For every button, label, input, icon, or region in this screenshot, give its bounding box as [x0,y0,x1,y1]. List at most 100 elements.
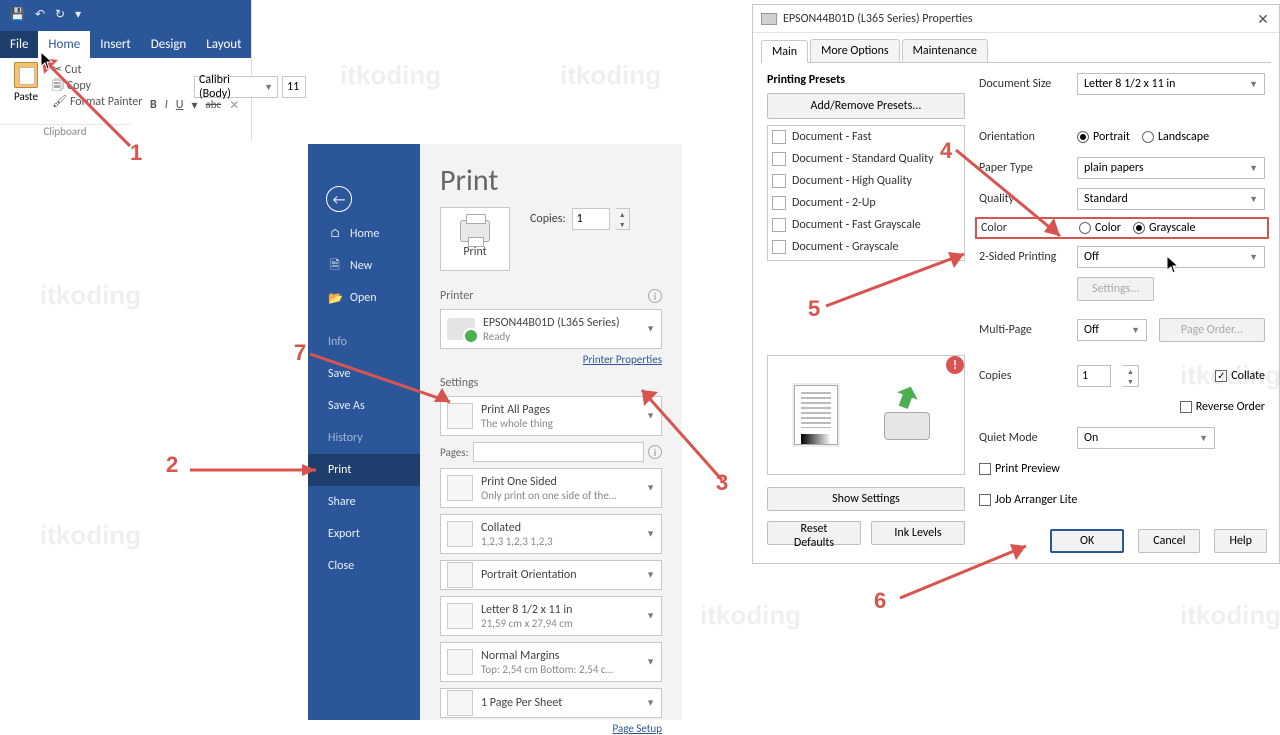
italic-button[interactable]: I [165,98,168,113]
preview-paper-icon [794,385,838,445]
setting-print-all-pages[interactable]: Print All PagesThe whole thing▼ [440,396,662,436]
settings-header: Settings [440,376,478,390]
radio-grayscale[interactable]: Grayscale [1133,221,1196,235]
word-ribbon: 💾 ↶ ↻ ▾ File Home Insert Design Layout P… [0,0,252,140]
sidebar-item-info[interactable]: Info [308,326,420,358]
sidebar-item-history[interactable]: History [308,422,420,454]
dlg-tab-maintenance[interactable]: Maintenance [902,39,988,62]
preset-list[interactable]: Document - Fast Document - Standard Qual… [767,125,965,261]
cancel-button[interactable]: Cancel [1138,529,1200,553]
two-sided-combo[interactable]: Off▼ [1077,246,1265,268]
sidebar-item-open[interactable]: 📂Open [308,282,420,314]
save-icon[interactable]: 💾 [10,7,25,22]
dialog-title-text: EPSON44B01D (L365 Series) Properties [783,12,973,26]
label-paper-type: Paper Type [979,161,1077,175]
dlg-tab-main[interactable]: Main [761,40,808,63]
copies-spinner[interactable]: ▲▼ [616,208,630,230]
sidebar-item-save[interactable]: Save [308,358,420,390]
checkbox-job-arranger[interactable]: Job Arranger Lite [979,493,1077,507]
tab-insert[interactable]: Insert [90,31,141,58]
watermark: itkoding [1180,600,1280,631]
tab-home[interactable]: Home [38,31,90,58]
strike-button[interactable]: abc [206,98,222,113]
undo-icon[interactable]: ↶ [35,7,45,22]
reset-defaults-button[interactable]: Reset Defaults [767,521,861,545]
tab-design[interactable]: Design [141,31,196,58]
setting-margins[interactable]: Normal MarginsTop: 2,54 cm Bottom: 2,54 … [440,642,662,682]
redo-icon[interactable]: ↻ [55,7,65,22]
two-sided-settings-button[interactable]: Settings... [1077,277,1154,301]
add-remove-presets-button[interactable]: Add/Remove Presets... [767,93,965,119]
setting-pages-per-sheet[interactable]: 1 Page Per Sheet▼ [440,688,662,718]
underline-button[interactable]: U [176,98,184,113]
preset-item[interactable]: Document - Fast [768,126,964,148]
clipboard-icon [14,62,38,88]
presets-title: Printing Presets [767,73,965,87]
sidebar-item-new[interactable]: 🗎New [308,250,420,282]
show-settings-button[interactable]: Show Settings [767,487,965,511]
help-button[interactable]: Help [1214,529,1267,553]
preset-item[interactable]: Document - Grayscale [768,236,964,258]
dlg-tab-more-options[interactable]: More Options [810,39,900,62]
radio-landscape[interactable]: Landscape [1142,130,1209,144]
sidebar-item-export[interactable]: Export [308,518,420,550]
printer-properties-link[interactable]: Printer Properties [440,353,662,366]
tab-file[interactable]: File [0,31,38,58]
ok-button[interactable]: OK [1050,529,1124,553]
info-icon[interactable]: i [648,445,662,459]
paper-type-combo[interactable]: plain papers▼ [1077,157,1265,179]
info-icon[interactable]: i [648,289,662,303]
tab-layout[interactable]: Layout [196,31,251,58]
paste-button[interactable]: Paste [6,62,46,103]
format-painter-button[interactable]: 🖌 Format Painter [52,94,142,110]
sidebar-item-close[interactable]: Close [308,550,420,582]
sidebar-item-home[interactable]: ⌂Home [308,218,420,250]
page-setup-link[interactable]: Page Setup [440,722,662,735]
radio-color[interactable]: Color [1079,221,1121,235]
preset-item[interactable]: Document - Standard Quality [768,148,964,170]
print-button[interactable]: Print [440,207,510,271]
checkbox-print-preview[interactable]: Print Preview [979,462,1060,476]
pages-input[interactable] [473,442,644,462]
preset-item[interactable]: Document - High Quality [768,170,964,192]
font-size-dropdown[interactable]: 11 [282,76,306,98]
preset-item[interactable]: Document - 2-Up [768,192,964,214]
label-two-sided: 2-Sided Printing [979,250,1077,264]
qat-more-icon[interactable]: ▾ [75,7,81,22]
checkbox-collate[interactable]: Collate [1215,369,1265,383]
sidebar-item-print[interactable]: Print [308,454,420,486]
setting-one-sided[interactable]: Print One SidedOnly print on one side of… [440,468,662,508]
copies-input[interactable] [1077,365,1111,387]
warning-icon: ! [946,356,964,374]
sidebar-item-share[interactable]: Share [308,486,420,518]
copy-button[interactable]: 🗐 Copy [52,78,142,94]
radio-portrait[interactable]: Portrait [1077,130,1130,144]
close-button[interactable]: ✕ [1253,9,1273,29]
ink-levels-button[interactable]: Ink Levels [871,521,965,545]
font-name-dropdown[interactable]: Calibri (Body)▼ [194,76,278,98]
cut-button[interactable]: ✂ Cut [52,62,142,78]
preset-item[interactable]: Document - Fast Grayscale [768,214,964,236]
clear-format-button[interactable]: ✕ [229,98,239,113]
printer-selector[interactable]: EPSON44B01D (L365 Series)Ready ▼ [440,309,662,349]
page-order-button[interactable]: Page Order... [1159,318,1265,342]
print-preview-box: ! [767,355,965,475]
printer-icon [460,220,490,242]
bold-button[interactable]: B [150,98,157,113]
document-icon: 🗎 [328,256,342,277]
doc-size-combo[interactable]: Letter 8 1/2 x 11 in▼ [1077,73,1265,95]
sidebar-item-save-as[interactable]: Save As [308,390,420,422]
preset-icon [772,174,786,188]
multi-page-combo[interactable]: Off▼ [1077,319,1147,341]
setting-collated[interactable]: Collated1,2,3 1,2,3 1,2,3▼ [440,514,662,554]
setting-orientation[interactable]: Portrait Orientation▼ [440,560,662,590]
checkbox-reverse-order[interactable]: Reverse Order [1180,400,1265,414]
label-quiet-mode: Quiet Mode [979,431,1077,445]
quality-combo[interactable]: Standard▼ [1077,188,1265,210]
back-button[interactable]: ← [326,186,352,212]
copies-input[interactable] [572,208,610,230]
quiet-mode-combo[interactable]: On▼ [1077,427,1215,449]
setting-paper-size[interactable]: Letter 8 1/2 x 11 in21,59 cm x 27,94 cm▼ [440,596,662,636]
copies-spinner[interactable]: ▲▼ [1123,365,1139,387]
dialog-titlebar: EPSON44B01D (L365 Series) Properties [753,5,1279,33]
